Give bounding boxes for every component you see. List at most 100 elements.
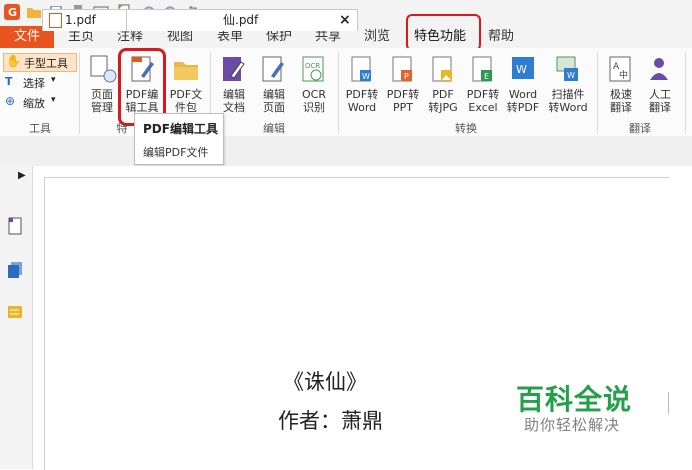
- document-tab-bar: [0, 136, 692, 167]
- word-to-pdf-icon: W: [512, 57, 534, 79]
- edit-page-icon: [262, 56, 284, 82]
- ocr-label-2: 识别: [303, 101, 325, 114]
- ribbon-separator: [597, 52, 598, 134]
- edit-document-icon: [223, 57, 245, 81]
- human-translate-button[interactable]: 人工 翻译: [642, 52, 678, 118]
- pdf-to-excel-label-1: PDF转: [466, 88, 500, 101]
- pdf-to-jpg-label-2: 转JPG: [428, 101, 458, 114]
- select-tool-button[interactable]: T 选择 ▾: [5, 75, 65, 91]
- pdf-to-word-label-2: Word: [347, 101, 377, 114]
- translate-icon: A中: [609, 56, 631, 82]
- human-translate-label-1: 人工: [649, 88, 671, 101]
- tab-2-label: 仙.pdf: [223, 13, 259, 27]
- svg-text:W: W: [567, 71, 575, 80]
- watermark-title: 百科全说: [516, 383, 633, 416]
- expand-arrow-icon[interactable]: ▶: [18, 170, 26, 181]
- edit-page-button[interactable]: 编辑 页面: [256, 52, 292, 118]
- word-to-pdf-button[interactable]: W Word 转PDF: [504, 52, 542, 118]
- group-label-convert: 转换: [455, 122, 477, 135]
- folder-icon: [174, 62, 198, 80]
- tooltip: PDF编辑工具 编辑PDF文件: [134, 113, 224, 165]
- svg-text:中: 中: [619, 69, 628, 81]
- edit-document-label-1: 编辑: [223, 88, 245, 101]
- select-tool-label: 选择: [23, 77, 45, 90]
- zoom-tool-button[interactable]: ⊕ 缩放 ▾: [5, 94, 65, 111]
- svg-text:OCR: OCR: [305, 62, 320, 70]
- pdf-to-word-button[interactable]: W PDF转 Word: [343, 52, 381, 118]
- edit-page-label-2: 页面: [263, 101, 285, 114]
- scan-to-word-label-1: 扫描件: [551, 88, 585, 101]
- fast-translate-button[interactable]: A中 极速 翻译: [603, 52, 639, 118]
- pdf-to-excel-button[interactable]: E PDF转 Excel: [464, 52, 502, 118]
- ocr-icon: OCR: [302, 56, 324, 82]
- pdf-to-word-icon: W: [351, 56, 371, 82]
- ribbon-separator: [338, 52, 339, 134]
- pdf-package-label-1: PDF文: [169, 88, 203, 101]
- zoom-icon: ⊕: [5, 94, 16, 108]
- pdf-to-ppt-button[interactable]: P PDF转 PPT: [384, 52, 422, 118]
- word-to-pdf-label-2: 转PDF: [506, 101, 540, 114]
- hand-icon: ✋: [6, 54, 21, 68]
- menu-browse[interactable]: 浏览: [364, 26, 390, 48]
- pdf-to-excel-icon: E: [472, 56, 492, 82]
- watermark-subtitle: 助你轻松解决: [524, 416, 621, 434]
- svg-text:W: W: [362, 72, 370, 81]
- page-manage-label-2: 管理: [91, 101, 113, 114]
- page-manage-icon: [90, 55, 117, 83]
- pdf-to-jpg-label-1: PDF: [432, 88, 454, 101]
- hand-tool-button[interactable]: ✋ 手型工具: [3, 53, 77, 72]
- edit-page-label-1: 编辑: [263, 88, 285, 101]
- group-label-special: 特: [116, 122, 128, 135]
- scan-to-word-button[interactable]: W 扫描件 转Word: [545, 52, 591, 118]
- tooltip-title: PDF编辑工具: [143, 122, 218, 136]
- pdf-to-word-label-1: PDF转: [345, 88, 379, 101]
- hand-tool-label: 手型工具: [24, 57, 68, 70]
- group-label-edit: 编辑: [263, 122, 285, 135]
- app-logo-icon: G: [4, 4, 20, 20]
- menu-help[interactable]: 帮助: [488, 26, 514, 48]
- open-folder-icon[interactable]: [26, 4, 42, 20]
- document-title: 《诛仙》: [283, 370, 367, 394]
- pdf-to-jpg-icon: [432, 56, 452, 82]
- layers-icon[interactable]: [6, 260, 24, 280]
- svg-text:E: E: [484, 72, 489, 81]
- person-translate-icon: [650, 58, 668, 80]
- pdf-to-ppt-icon: P: [392, 56, 412, 82]
- pdf-file-icon: [49, 13, 62, 28]
- word-to-pdf-label-1: Word: [508, 88, 538, 101]
- highlight-box-menu: [406, 14, 481, 51]
- page-manage-button[interactable]: 页面 管理: [86, 52, 118, 118]
- left-sidebar: ▶: [0, 166, 33, 469]
- pdf-package-button[interactable]: PDF文 件包: [166, 52, 206, 118]
- tooltip-description: 编辑PDF文件: [143, 146, 209, 159]
- edit-document-button[interactable]: 编辑 文档: [216, 52, 252, 118]
- pdf-to-ppt-label-1: PDF转: [386, 88, 420, 101]
- comments-icon[interactable]: [6, 304, 24, 324]
- page-manage-label-1: 页面: [91, 88, 113, 101]
- ribbon-separator: [79, 52, 80, 134]
- scan-to-word-icon: W: [556, 56, 578, 81]
- ribbon-separator: [685, 52, 686, 134]
- chevron-down-icon: ▾: [51, 75, 56, 85]
- page-thumbnail-icon[interactable]: [7, 216, 25, 236]
- svg-text:W: W: [516, 63, 527, 76]
- pdf-to-ppt-label-2: PPT: [393, 101, 413, 114]
- tab-zhuxian-pdf[interactable]: 仙.pdf ×: [126, 9, 358, 31]
- group-label-tools: 工具: [29, 122, 51, 135]
- tab-1-label: 1.pdf: [65, 13, 96, 27]
- document-author: 作者：萧鼎: [278, 409, 383, 433]
- chevron-down-icon: ▾: [51, 95, 56, 105]
- tab-close-button[interactable]: ×: [339, 10, 351, 30]
- pdf-to-excel-label-2: Excel: [468, 101, 498, 114]
- group-label-translate: 翻译: [629, 122, 651, 135]
- ocr-label-1: OCR: [302, 88, 326, 101]
- tab-1-pdf[interactable]: 1.pdf: [42, 9, 128, 31]
- svg-text:P: P: [404, 72, 409, 81]
- fast-translate-label-1: 极速: [610, 88, 632, 101]
- scan-to-word-label-2: 转Word: [548, 101, 588, 114]
- fast-translate-label-2: 翻译: [610, 101, 632, 114]
- pdf-to-jpg-button[interactable]: PDF 转JPG: [424, 52, 462, 118]
- scrollbar-track[interactable]: [668, 392, 669, 414]
- ocr-button[interactable]: OCR OCR 识别: [296, 52, 332, 118]
- zoom-tool-label: 缩放: [23, 97, 45, 110]
